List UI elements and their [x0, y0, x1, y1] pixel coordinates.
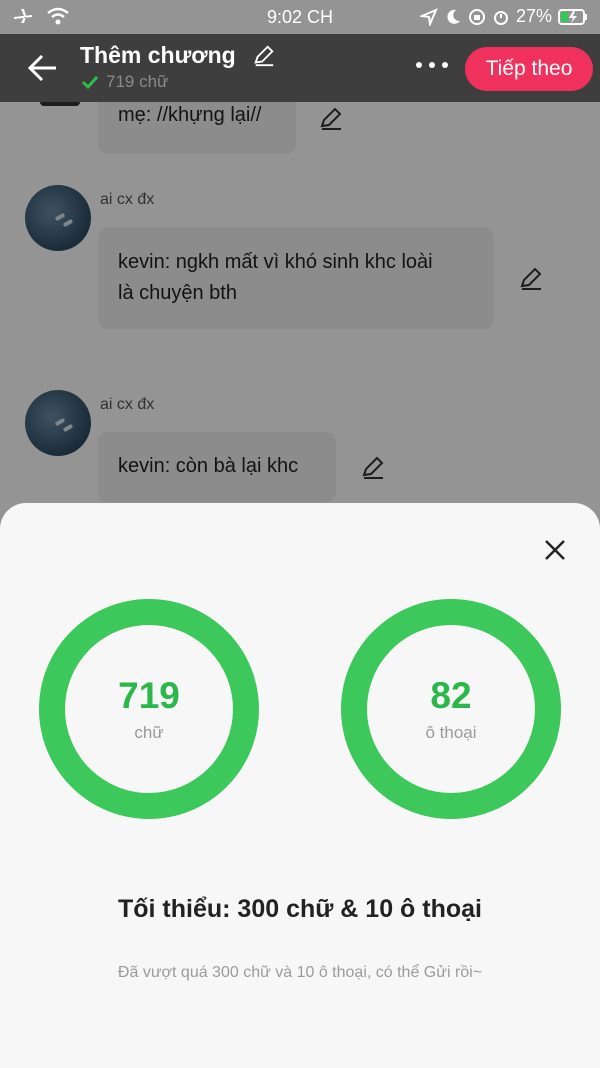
next-button[interactable]: Tiếp theo: [465, 47, 593, 91]
close-icon[interactable]: [538, 533, 572, 567]
status-bar: 9:02 CH 27%: [0, 0, 600, 34]
word-count-value: 719: [118, 675, 180, 716]
back-arrow-icon[interactable]: [22, 48, 62, 88]
word-count: 719 chữ: [106, 72, 169, 91]
more-menu-icon[interactable]: [416, 62, 448, 68]
page-title: Thêm chương: [80, 42, 236, 68]
top-nav: Thêm chương 719 chữ Tiếp theo: [0, 34, 600, 102]
dialogue-count-ring: 82 ô thoại: [341, 599, 561, 819]
dialogue-count-label: ô thoại: [425, 723, 477, 742]
alarm-icon: [493, 10, 508, 25]
stats-sheet: 719 chữ 82 ô thoại Tối thiểu: 300 chữ & …: [0, 503, 600, 1068]
battery-icon: [558, 8, 587, 25]
moon-icon: [447, 9, 460, 24]
word-count-ring: 719 chữ: [39, 599, 259, 819]
requirement-note: Đã vượt quá 300 chữ và 10 ô thoại, có th…: [117, 964, 483, 981]
minimum-requirement: Tối thiểu: 300 chữ & 10 ô thoại: [118, 895, 482, 923]
edit-title-icon[interactable]: [252, 44, 276, 68]
dialogue-count-value: 82: [430, 675, 472, 716]
location-icon: [419, 7, 438, 26]
rotation-lock-icon: [468, 8, 485, 25]
word-count-label: chữ: [134, 723, 164, 742]
word-count-status: 719 chữ: [80, 72, 168, 92]
check-icon: [81, 75, 99, 90]
battery-percent: 27%: [515, 6, 552, 26]
